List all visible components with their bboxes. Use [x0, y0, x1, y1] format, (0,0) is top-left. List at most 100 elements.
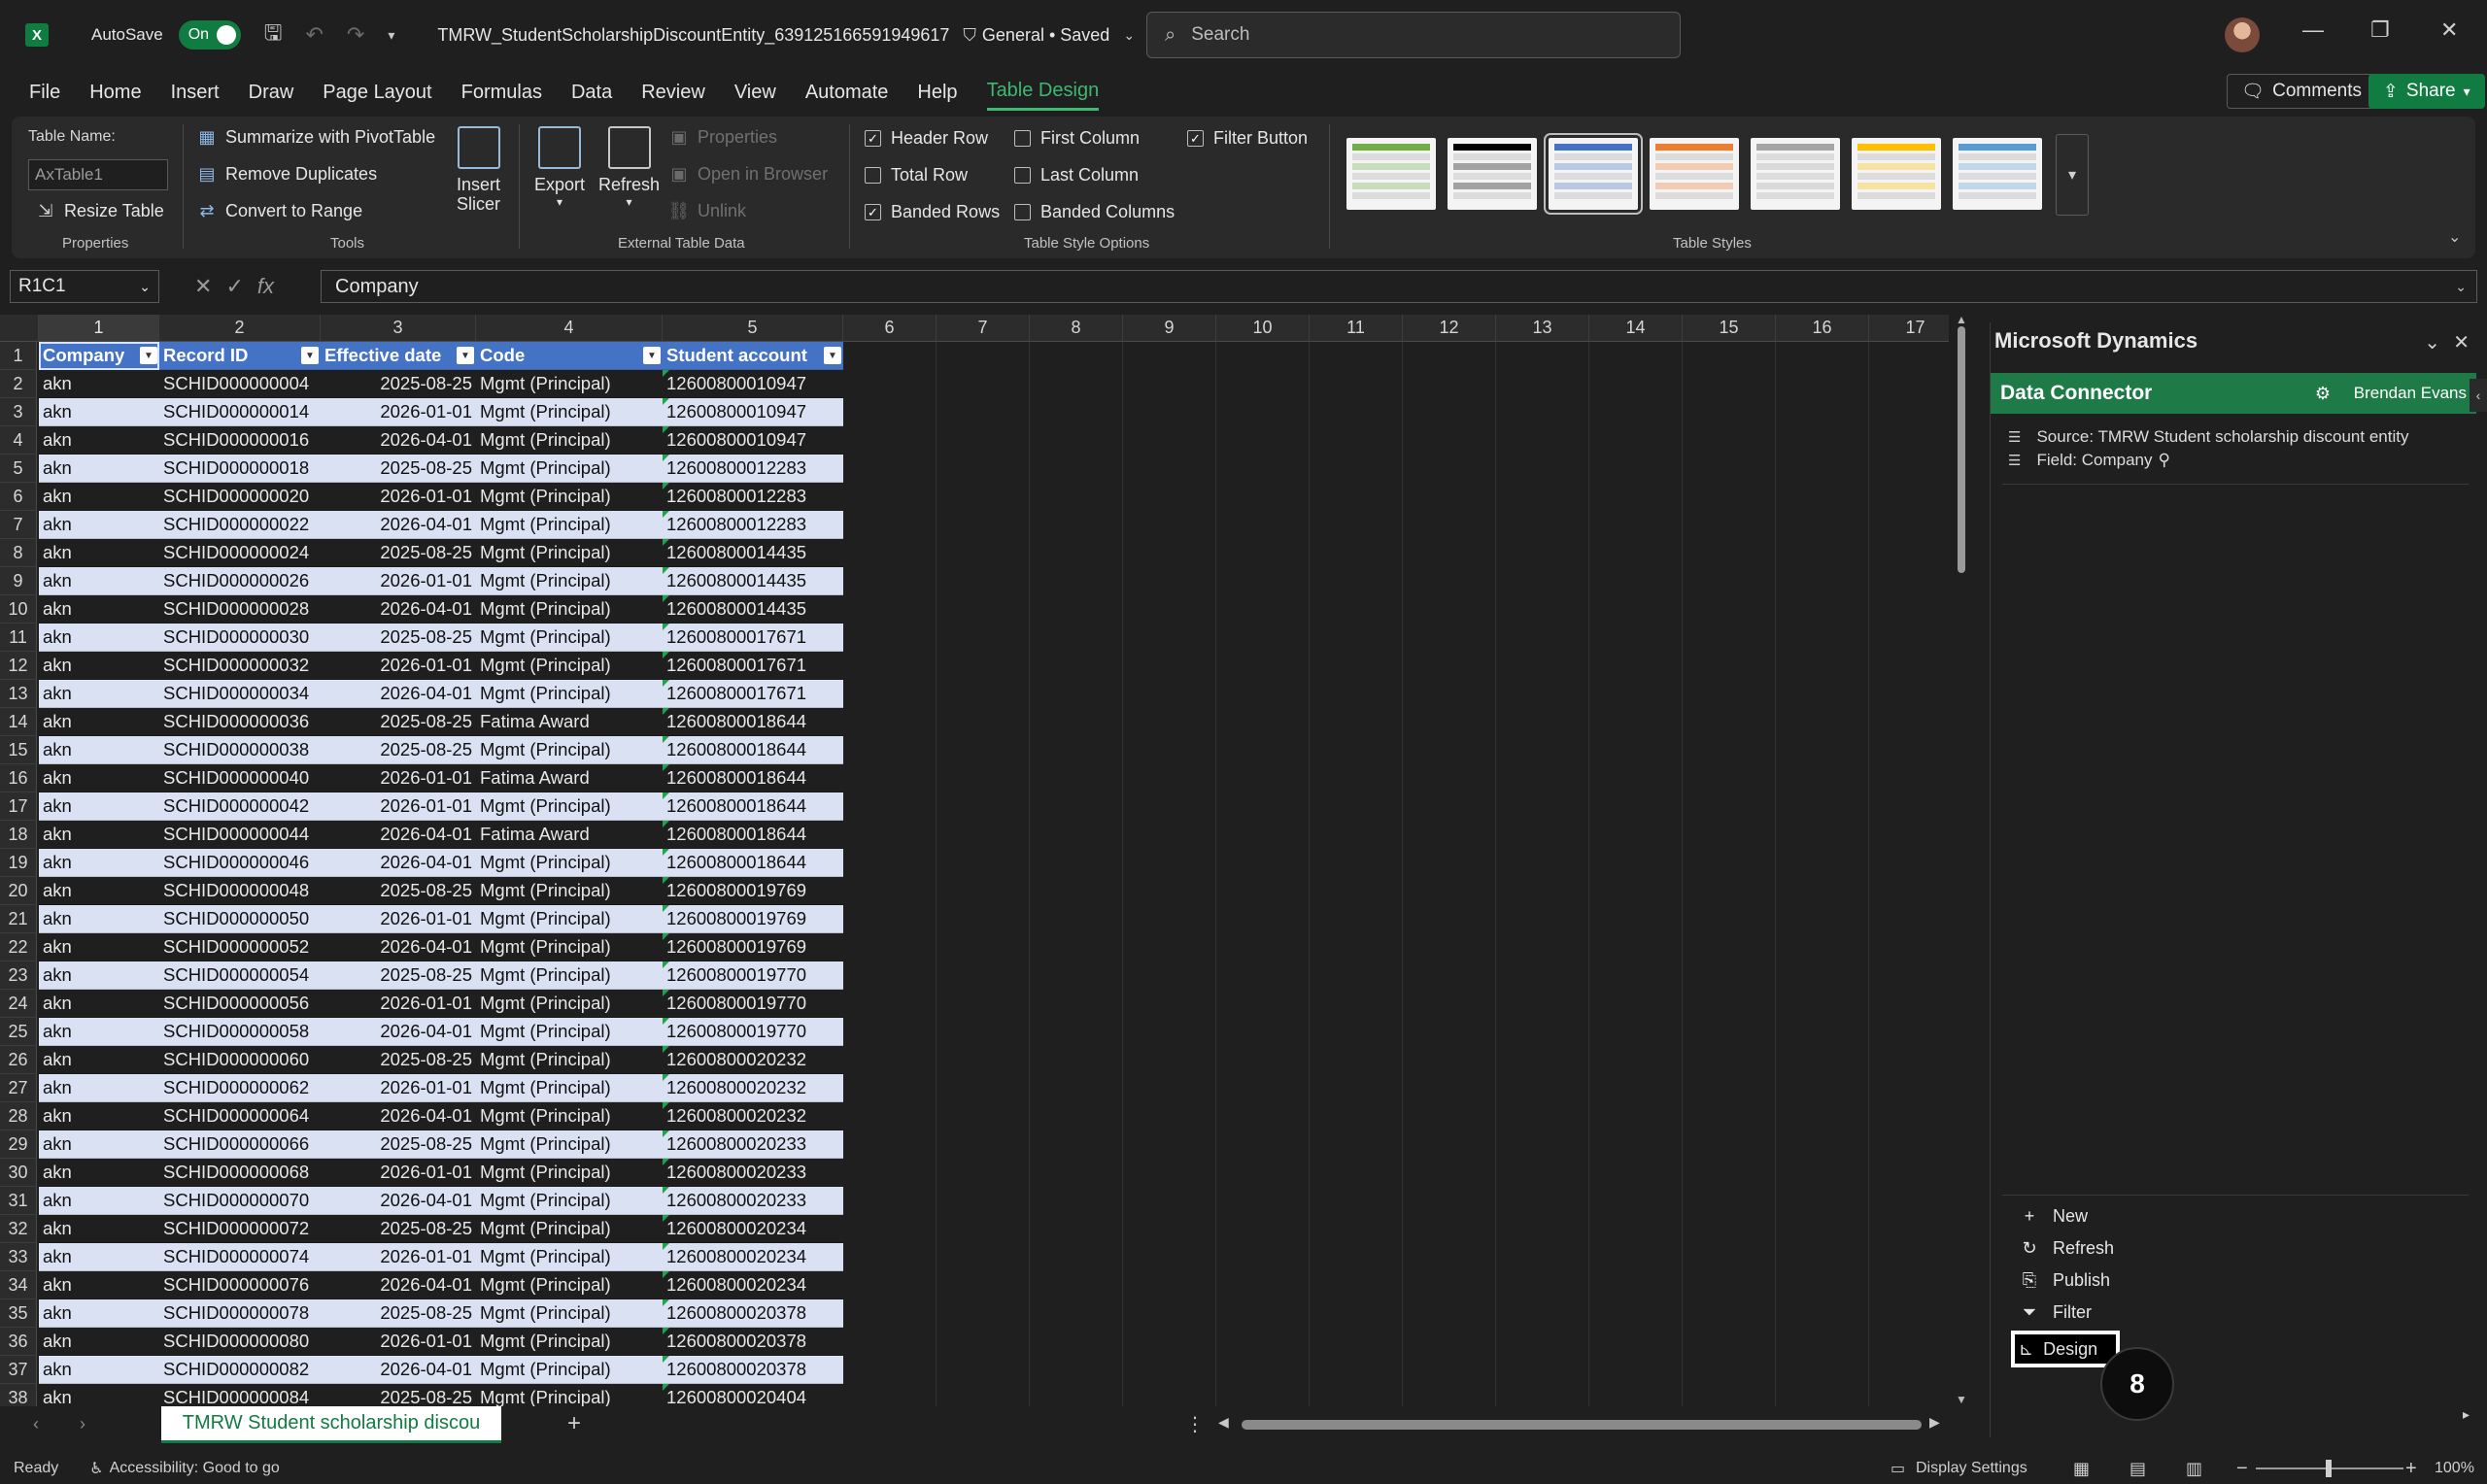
row-header[interactable]: 15 [0, 736, 37, 764]
tab-file[interactable]: File [29, 76, 60, 110]
filter-dropdown-icon[interactable]: ▼ [457, 347, 474, 364]
page-break-view-icon[interactable]: ▥ [2186, 1459, 2202, 1479]
row-header[interactable]: 28 [0, 1102, 37, 1130]
tab-view[interactable]: View [734, 76, 776, 110]
table-cell[interactable]: akn [39, 370, 159, 398]
row-header[interactable]: 17 [0, 793, 37, 821]
zoom-slider[interactable] [2256, 1460, 2403, 1477]
column-header[interactable]: 4 [476, 315, 663, 342]
horizontal-scrollbar[interactable] [1242, 1420, 1922, 1430]
table-cell[interactable]: SCHID000000070 [159, 1187, 321, 1215]
table-cell[interactable]: Mgmt (Principal) [476, 370, 663, 398]
table-cell[interactable]: akn [39, 567, 159, 595]
column-header[interactable]: 6 [843, 315, 937, 342]
table-cell[interactable]: 2025-08-25 [321, 624, 476, 652]
column-header[interactable]: 13 [1496, 315, 1589, 342]
table-cell[interactable]: SCHID000000048 [159, 877, 321, 905]
table-cell[interactable]: Mgmt (Principal) [476, 990, 663, 1018]
vertical-scrollbar[interactable]: ▲ ▼ [1949, 313, 1974, 1406]
row-header[interactable]: 20 [0, 877, 37, 905]
table-cell[interactable]: 2026-01-01 [321, 1074, 476, 1102]
table-cell[interactable]: 2026-04-01 [321, 511, 476, 539]
table-cell[interactable]: SCHID000000020 [159, 483, 321, 511]
filter-button-checkbox[interactable]: ✓ Filter Button [1187, 128, 1308, 149]
banded-columns-checkbox[interactable]: Banded Columns [1014, 202, 1175, 222]
column-header[interactable]: 3 [321, 315, 476, 342]
chevron-down-icon[interactable]: ⌄ [1123, 27, 1135, 44]
table-cell[interactable]: akn [39, 1328, 159, 1356]
name-box[interactable]: R1C1 ⌄ [10, 270, 159, 303]
filter-dropdown-icon[interactable]: ▼ [643, 347, 661, 364]
table-cell[interactable]: Mgmt (Principal) [476, 1384, 663, 1406]
table-cell[interactable]: Mgmt (Principal) [476, 736, 663, 764]
zoom-slider-thumb[interactable] [2326, 1460, 2332, 1477]
scrollbar-thumb[interactable] [1958, 326, 1965, 573]
table-cell[interactable]: Mgmt (Principal) [476, 877, 663, 905]
table-cell[interactable]: SCHID000000080 [159, 1328, 321, 1356]
tab-draw[interactable]: Draw [249, 76, 294, 110]
table-cell[interactable]: Mgmt (Principal) [476, 1130, 663, 1159]
table-style-swatch[interactable] [1650, 138, 1739, 210]
autosave-toggle[interactable]: On [178, 20, 241, 50]
table-cell[interactable]: Mgmt (Principal) [476, 905, 663, 933]
table-style-swatch[interactable] [1346, 138, 1436, 210]
table-cell[interactable]: 12600800019770 [663, 990, 843, 1018]
column-header[interactable]: 17 [1869, 315, 1949, 342]
column-header[interactable]: 5 [663, 315, 843, 342]
table-cell[interactable]: SCHID000000004 [159, 370, 321, 398]
next-sheet-icon[interactable]: › [80, 1414, 85, 1434]
table-cell[interactable]: Mgmt (Principal) [476, 511, 663, 539]
filter-dropdown-icon[interactable]: ▼ [140, 347, 157, 364]
table-header-cell[interactable]: Company ▼ [39, 342, 159, 370]
table-cell[interactable]: Mgmt (Principal) [476, 1046, 663, 1074]
table-cell[interactable]: 12600800020232 [663, 1046, 843, 1074]
table-cell[interactable]: akn [39, 426, 159, 455]
table-cell[interactable]: 12600800018644 [663, 736, 843, 764]
column-header[interactable]: 10 [1216, 315, 1310, 342]
filter-dropdown-icon[interactable]: ▼ [824, 347, 841, 364]
table-style-swatch[interactable] [1544, 133, 1643, 215]
table-cell[interactable]: akn [39, 511, 159, 539]
table-cell[interactable]: 12600800014435 [663, 567, 843, 595]
table-cell[interactable]: 12600800012283 [663, 511, 843, 539]
table-cell[interactable]: 2026-01-01 [321, 1328, 476, 1356]
table-cell[interactable]: Mgmt (Principal) [476, 849, 663, 877]
table-cell[interactable]: SCHID000000060 [159, 1046, 321, 1074]
tab-page-layout[interactable]: Page Layout [323, 76, 431, 110]
undo-icon[interactable]: ↶ [305, 22, 323, 48]
minimize-icon[interactable]: — [2302, 17, 2324, 43]
close-icon[interactable]: ✕ [2453, 330, 2470, 354]
properties-button[interactable]: ▣ Properties [668, 126, 777, 148]
table-cell[interactable]: 12600800018644 [663, 849, 843, 877]
table-cell[interactable]: 12600800017671 [663, 652, 843, 680]
table-cell[interactable]: 2025-08-25 [321, 1130, 476, 1159]
table-header-cell[interactable]: Student account ▼ [663, 342, 843, 370]
table-style-swatch[interactable] [1448, 138, 1537, 210]
export-button[interactable]: Export ▾ [534, 126, 585, 209]
table-cell[interactable]: 2025-08-25 [321, 1299, 476, 1328]
row-header[interactable]: 26 [0, 1046, 37, 1074]
expand-icon[interactable]: ▸ [2463, 1406, 2470, 1423]
add-sheet-button[interactable]: + [567, 1410, 581, 1437]
table-cell[interactable]: 12600800020233 [663, 1130, 843, 1159]
table-cell[interactable]: akn [39, 961, 159, 990]
row-header[interactable]: 24 [0, 990, 37, 1018]
table-cell[interactable]: SCHID000000028 [159, 595, 321, 624]
row-header[interactable]: 16 [0, 764, 37, 793]
row-header[interactable]: 33 [0, 1243, 37, 1271]
table-cell[interactable]: akn [39, 1299, 159, 1328]
filter-dropdown-icon[interactable]: ▼ [301, 347, 319, 364]
scroll-left-icon[interactable]: ◀ [1218, 1414, 1229, 1431]
customize-qat-icon[interactable]: ▾ [388, 27, 394, 44]
normal-view-icon[interactable]: ▦ [2073, 1459, 2090, 1479]
table-cell[interactable]: akn [39, 1187, 159, 1215]
table-cell[interactable]: SCHID000000066 [159, 1130, 321, 1159]
table-cell[interactable]: 2025-08-25 [321, 539, 476, 567]
user-name[interactable]: Brendan Evans [2354, 384, 2467, 403]
table-cell[interactable]: 2026-01-01 [321, 793, 476, 821]
close-icon[interactable]: ✕ [2440, 17, 2458, 43]
column-header[interactable]: 15 [1683, 315, 1776, 342]
table-cell[interactable]: 2026-01-01 [321, 990, 476, 1018]
table-cell[interactable]: 2025-08-25 [321, 1046, 476, 1074]
table-cell[interactable]: SCHID000000024 [159, 539, 321, 567]
